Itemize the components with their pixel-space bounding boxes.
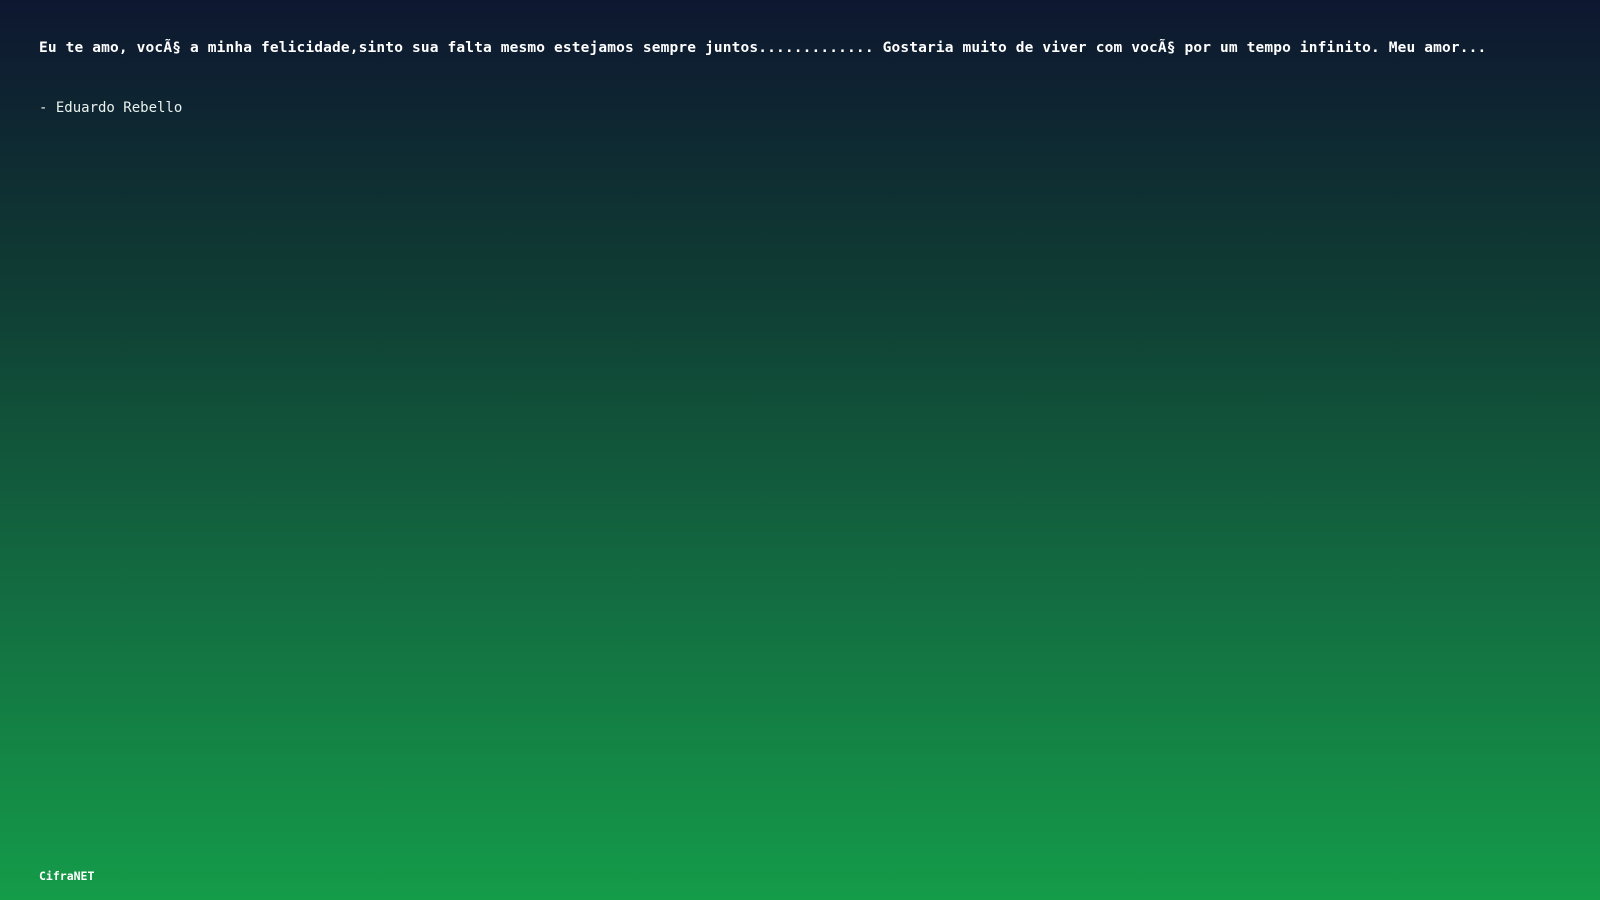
quote-author: - Eduardo Rebello	[39, 100, 183, 116]
page: { "quote": { "text": "Eu te amo, vocÃ§ a…	[0, 0, 1600, 900]
brand-watermark: CifraNET	[39, 869, 95, 883]
quote-text: Eu te amo, vocÃ§ a minha felicidade,sint…	[39, 40, 1487, 56]
